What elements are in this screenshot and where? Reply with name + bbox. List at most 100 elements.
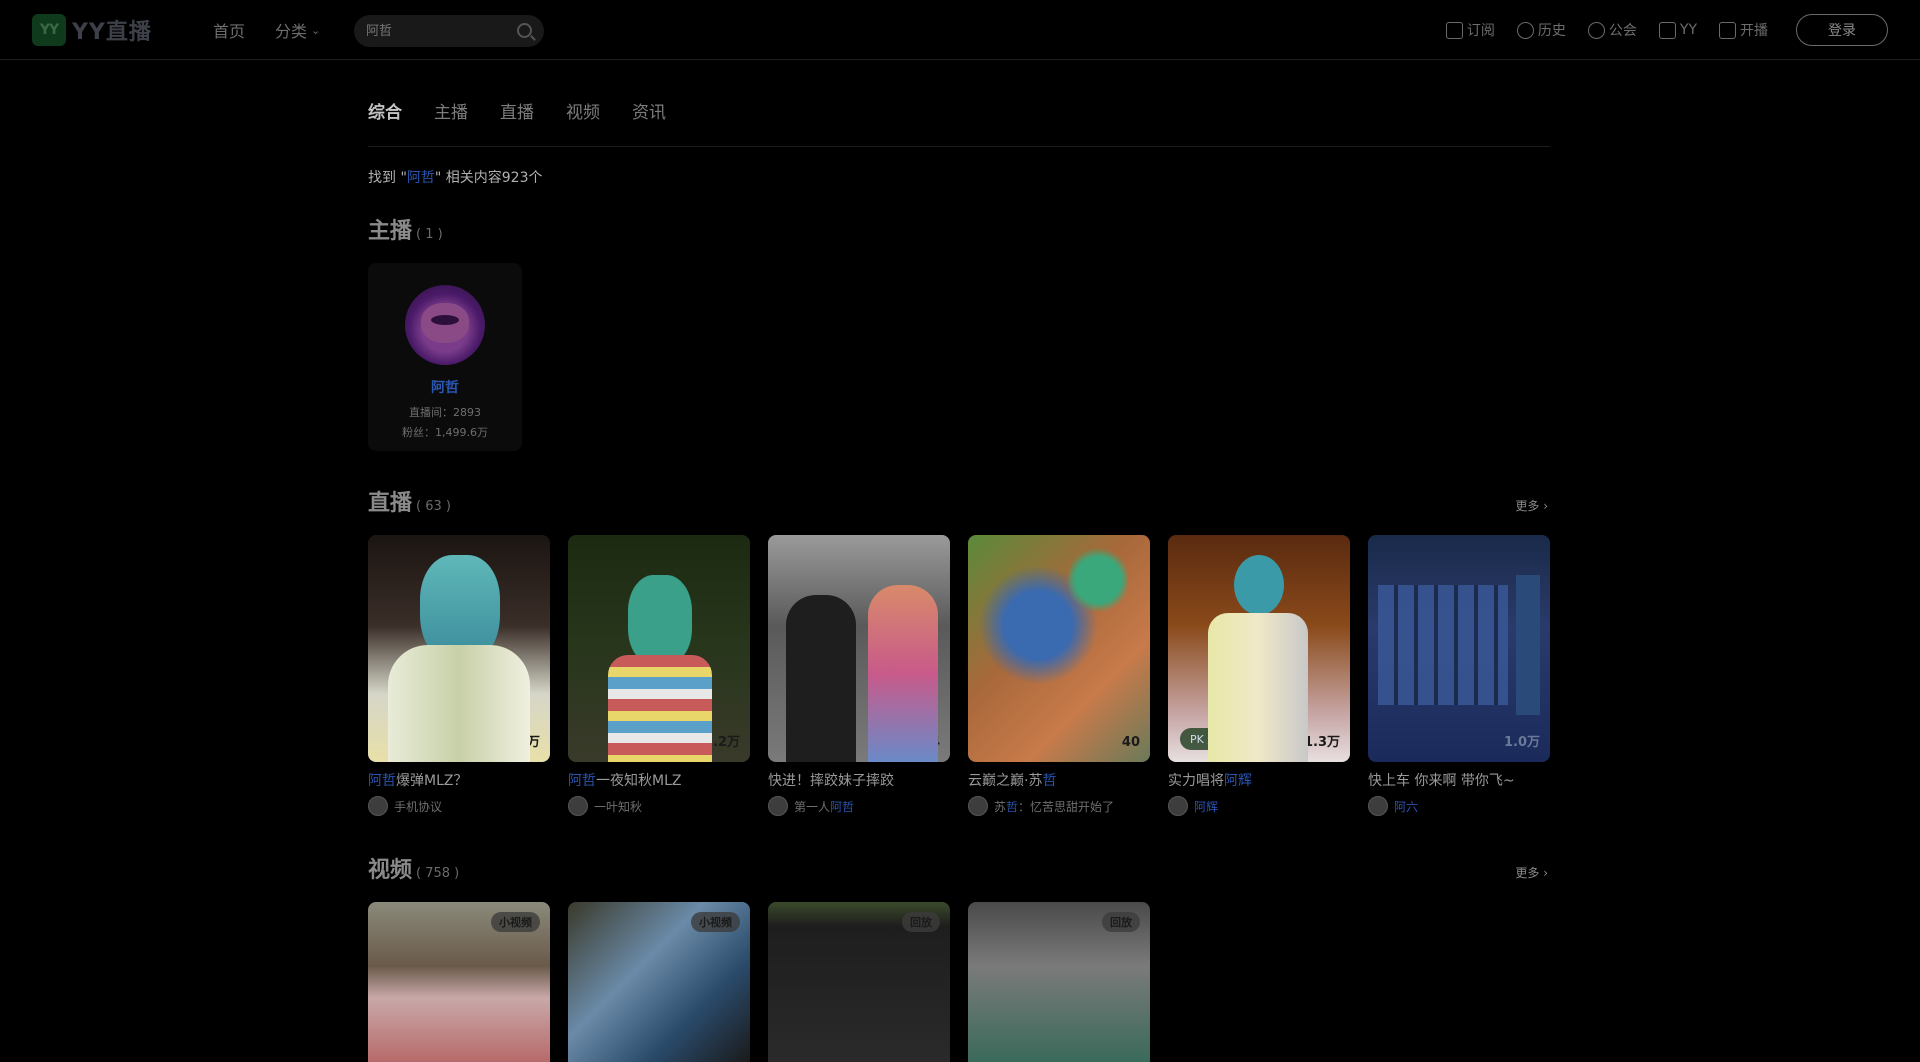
guild-icon [1587, 21, 1605, 39]
live-anchor: 苏哲：忆苦思甜开始了 [968, 796, 1150, 816]
live-thumbnail: 1.2万 [568, 535, 750, 762]
chevron-down-icon: ⌄ [311, 23, 321, 37]
streamer-card[interactable]: 阿哲 直播间：2893 粉丝：1,499.6万 [368, 263, 522, 451]
result-tabs: 综合 主播 直播 视频 资讯 [368, 60, 1550, 147]
pk-badge: PK 连麦 [1180, 728, 1240, 750]
avatar [768, 796, 788, 816]
anchor-name: 手机协议 [394, 799, 443, 814]
nav-subscribe-label: 订阅 [1466, 23, 1495, 39]
anchor-name: 第一人 [794, 799, 831, 814]
avatar [1168, 796, 1188, 816]
nav-category[interactable]: 分类 ⌄ [275, 18, 320, 42]
tab-news[interactable]: 资讯 [632, 98, 666, 123]
nav-guild[interactable]: 公会 [1587, 20, 1637, 40]
live-card[interactable]: PK 连麦 1.3万 实力唱将阿辉 阿辉 [1168, 535, 1350, 816]
subscribe-icon [1445, 21, 1463, 39]
yy-icon [1658, 21, 1676, 39]
nav-broadcast[interactable]: 开播 [1719, 20, 1768, 40]
anchor-keyword: 阿辉 [1194, 799, 1219, 814]
anchor-name: ：忆苦思甜开始了 [1018, 799, 1115, 814]
live-grid: 13.4万 阿哲爆弹MLZ？ 手机协议 1.2万 阿哲一夜知秋MLZ 一叶知秋 … [368, 535, 1550, 816]
nav-category-label: 分类 [275, 22, 308, 41]
anchor-prefix: 苏 [994, 799, 1007, 814]
live-thumbnail: 40 [968, 535, 1150, 762]
video-thumbnail: 小视频 [568, 902, 750, 1062]
title-keyword: 阿哲 [568, 773, 596, 789]
nav-broadcast-label: 开播 [1740, 23, 1768, 39]
nav-yy[interactable]: YY [1658, 21, 1697, 39]
streamer-name: 阿哲 [431, 380, 459, 396]
tab-all[interactable]: 综合 [368, 98, 402, 123]
result-summary: 找到 "阿哲" 相关内容923个 [368, 167, 1550, 187]
tab-live[interactable]: 直播 [500, 98, 534, 123]
live-card[interactable]: 13.4万 阿哲爆弹MLZ？ 手机协议 [368, 535, 550, 816]
history-icon [1516, 21, 1534, 39]
nav-history-label: 历史 [1537, 23, 1566, 39]
video-card[interactable]: 小视频 [368, 902, 550, 1062]
search-box[interactable] [354, 15, 544, 47]
live-anchor: 阿辉 [1168, 796, 1350, 816]
video-tag: 回放 [1102, 912, 1140, 932]
live-title: 直播 [368, 491, 413, 516]
live-anchor: 第一人 阿哲 [768, 796, 950, 816]
live-title-text: 阿哲爆弹MLZ？ [368, 770, 550, 790]
top-header: YY YY直播 首页 分类 ⌄ 订阅 历史 公会 YY 开播 登录 [0, 0, 1920, 60]
video-thumbnail: 回放 [768, 902, 950, 1062]
anchor-name: 一叶知秋 [594, 799, 643, 814]
nav-home[interactable]: 首页 [213, 18, 245, 42]
nav-guild-label: 公会 [1608, 23, 1637, 39]
videos-more-label: 更多 [1515, 866, 1540, 880]
nav-subscribe[interactable]: 订阅 [1445, 20, 1495, 40]
title-keyword: 阿辉 [1224, 773, 1252, 789]
videos-more-link[interactable]: 更多 › [1515, 864, 1548, 881]
live-thumbnail: 13.4万 [368, 535, 550, 762]
live-more-link[interactable]: 更多 › [1515, 497, 1548, 514]
result-summary-suffix: " 相关内容923个 [434, 170, 543, 186]
tab-streamers[interactable]: 主播 [434, 98, 468, 123]
videos-count: ( 758 ) [416, 866, 460, 881]
right-nav: 订阅 历史 公会 YY 开播 登录 [1445, 14, 1888, 46]
video-tag: 小视频 [491, 912, 540, 932]
live-thumbnail: 1.0万 [1368, 535, 1550, 762]
viewer-count: 40 [1121, 735, 1140, 750]
video-tag: 小视频 [691, 912, 740, 932]
search-icon[interactable] [517, 23, 532, 38]
avatar [1368, 796, 1388, 816]
streamer-fans: 粉丝：1,499.6万 [402, 426, 488, 439]
live-anchor: 阿六 [1368, 796, 1550, 816]
streamer-room: 直播间：2893 [409, 406, 481, 419]
live-header: 直播( 63 ) 更多 › [368, 485, 1550, 517]
live-title-text: 云巅之巅·苏哲 [968, 770, 1150, 790]
streamer-info: 直播间：2893 粉丝：1,499.6万 [402, 403, 488, 443]
live-title-text: 快上车 你来啊 带你飞~ [1368, 773, 1515, 789]
avatar [968, 796, 988, 816]
tab-videos[interactable]: 视频 [566, 98, 600, 123]
nav-history[interactable]: 历史 [1516, 20, 1566, 40]
video-card[interactable]: 小视频 [568, 902, 750, 1062]
yy-logo-text: YY直播 [72, 20, 152, 45]
result-keyword: 阿哲 [406, 170, 435, 186]
viewer-count: 1.0万 [1503, 735, 1540, 750]
live-count: ( 63 ) [416, 499, 451, 514]
live-card[interactable]: 1.2万 阿哲一夜知秋MLZ 一叶知秋 [568, 535, 750, 816]
title-rest: 一夜知秋MLZ [596, 773, 682, 789]
title-rest: 云巅之巅·苏 [968, 773, 1043, 789]
title-keyword: 阿哲 [368, 773, 396, 789]
anchor-keyword: 阿哲 [830, 799, 855, 814]
live-title-text: 快进！摔跤妹子摔跤 [768, 773, 894, 789]
live-card[interactable]: 3904 快进！摔跤妹子摔跤 第一人 阿哲 [768, 535, 950, 816]
video-card[interactable]: 回放 [968, 902, 1150, 1062]
login-button[interactable]: 登录 [1796, 14, 1888, 46]
search-input[interactable] [364, 22, 504, 40]
avatar [568, 796, 588, 816]
live-card[interactable]: 40 云巅之巅·苏哲 苏哲：忆苦思甜开始了 [968, 535, 1150, 816]
live-thumbnail: PK 连麦 1.3万 [1168, 535, 1350, 762]
video-thumbnail: 回放 [968, 902, 1150, 1062]
yy-logo[interactable]: YY YY直播 [32, 14, 152, 46]
video-tag: 回放 [902, 912, 940, 932]
video-card[interactable]: 回放 [768, 902, 950, 1062]
live-card[interactable]: 1.0万 快上车 你来啊 带你飞~ 阿六 [1368, 535, 1550, 816]
avatar [405, 285, 485, 365]
videos-title: 视频 [368, 858, 413, 883]
title-keyword: 哲 [1042, 773, 1057, 789]
